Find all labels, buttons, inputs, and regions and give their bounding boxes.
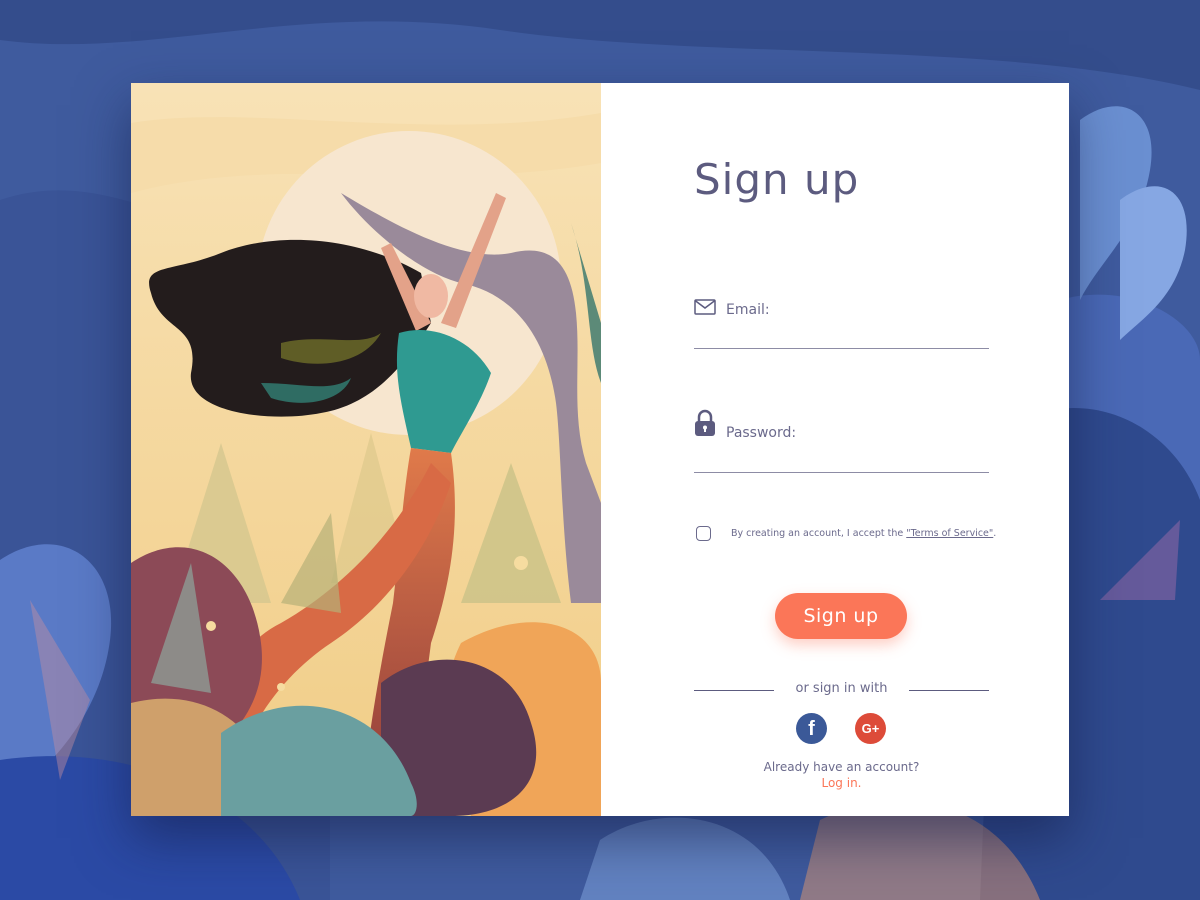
terms-row: By creating an account, I accept the "Te… <box>696 525 996 545</box>
sign-in-divider: or sign in with <box>694 680 989 698</box>
hero-illustration <box>131 83 601 816</box>
facebook-login-button[interactable]: f <box>796 713 827 744</box>
signup-form: Sign up Email: Password: By creating an … <box>601 83 1069 816</box>
facebook-icon: f <box>808 718 815 740</box>
lock-icon <box>695 409 715 436</box>
log-in-link[interactable]: Log in. <box>694 776 989 790</box>
divider-text: or sign in with <box>795 681 888 696</box>
terms-of-service-link[interactable]: "Terms of Service" <box>906 528 993 539</box>
sign-up-button[interactable]: Sign up <box>775 593 907 639</box>
divider-line-right <box>909 690 989 691</box>
email-label: Email: <box>726 302 770 318</box>
signup-card: Sign up Email: Password: By creating an … <box>131 83 1069 816</box>
google-plus-login-button[interactable]: G+ <box>855 713 886 744</box>
terms-text: By creating an account, I accept the "Te… <box>731 528 996 539</box>
password-input[interactable] <box>694 446 993 470</box>
terms-text-suffix: . <box>993 528 997 539</box>
already-have-account-text: Already have an account? <box>763 760 920 774</box>
password-label: Password: <box>726 425 797 441</box>
terms-text-prefix: By creating an account, I accept the <box>731 528 907 539</box>
terms-checkbox[interactable] <box>696 526 711 541</box>
email-input[interactable] <box>694 322 993 346</box>
google-plus-icon: G+ <box>861 721 880 736</box>
password-field: Password: <box>694 409 993 473</box>
envelope-icon <box>694 299 716 315</box>
page-title: Sign up <box>694 155 860 204</box>
email-field: Email: <box>694 298 993 349</box>
